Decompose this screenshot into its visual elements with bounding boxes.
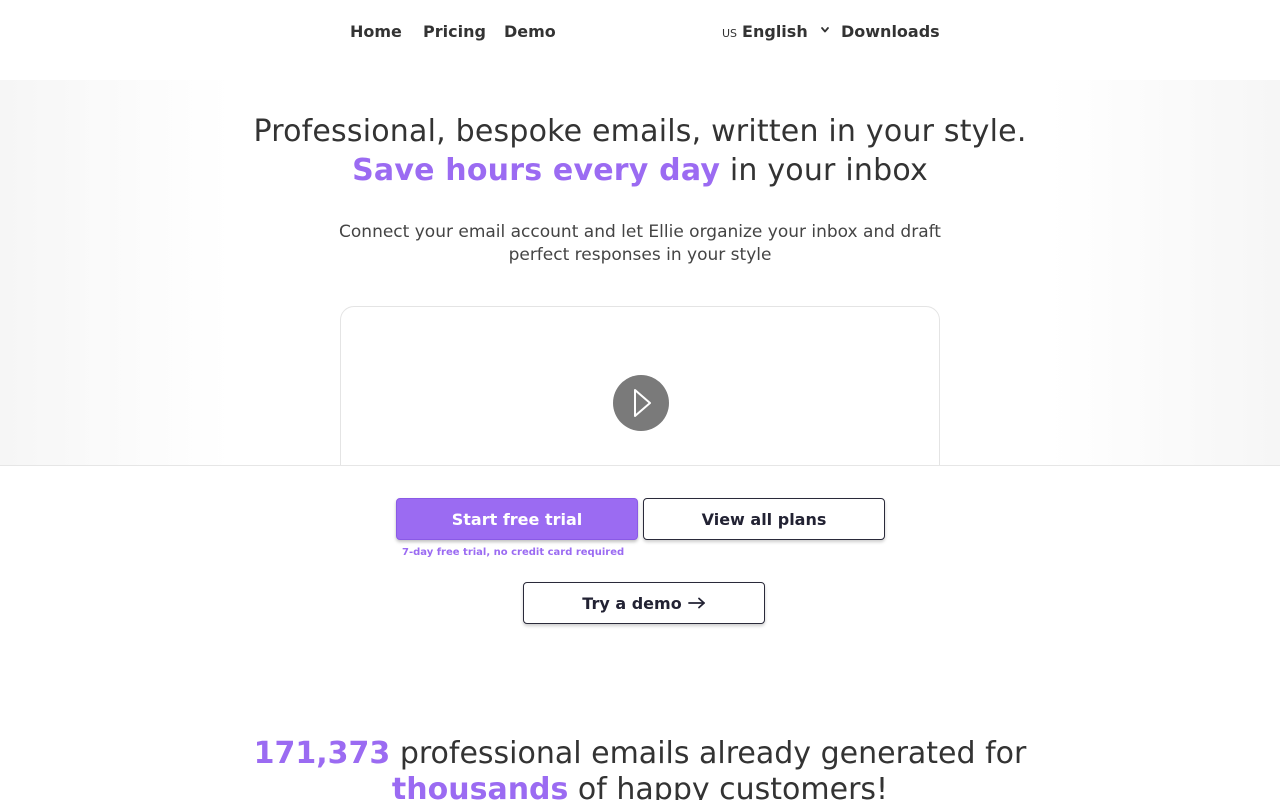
chevron-down-icon	[820, 27, 829, 33]
demo-video-player[interactable]	[340, 306, 940, 465]
language-label: English	[742, 22, 808, 41]
nav-demo-link[interactable]: Demo	[504, 22, 556, 41]
trial-note: 7-day free trial, no credit card require…	[402, 547, 625, 558]
nav-pricing-link[interactable]: Pricing	[423, 22, 486, 41]
play-icon	[634, 389, 651, 417]
start-free-trial-button[interactable]: Start free trial	[396, 498, 638, 540]
try-demo-label: Try a demo	[582, 593, 682, 613]
language-selector[interactable]: US English	[722, 22, 830, 41]
arrow-right-icon	[687, 597, 705, 609]
stats-headline: 171,373 professional emails already gene…	[200, 736, 1080, 800]
hero-subheading: Connect your email account and let Ellie…	[339, 222, 941, 265]
try-demo-button[interactable]: Try a demo	[523, 582, 765, 624]
headline-text-end: in your inbox	[720, 153, 928, 188]
hero-section: Professional, bespoke emails, written in…	[0, 80, 1280, 466]
play-button[interactable]	[613, 375, 669, 431]
view-all-plans-button[interactable]: View all plans	[643, 498, 885, 540]
hero-headline: Professional, bespoke emails, written in…	[240, 112, 1040, 190]
nav-downloads-link[interactable]: Downloads	[841, 22, 940, 41]
headline-text-start: Professional, bespoke emails, written in…	[253, 114, 1027, 149]
stats-thousands: thousands	[391, 772, 569, 800]
stats-text-1: professional emails already generated fo…	[390, 736, 1027, 771]
top-navigation: Home Pricing Demo US English Downloads	[0, 0, 1280, 80]
stats-text-2: of happy customers!	[568, 772, 889, 800]
headline-accent: Save hours every day	[352, 153, 721, 188]
nav-home-link[interactable]: Home	[350, 22, 402, 41]
us-flag-icon: US	[722, 27, 738, 40]
emails-count: 171,373	[253, 736, 391, 771]
